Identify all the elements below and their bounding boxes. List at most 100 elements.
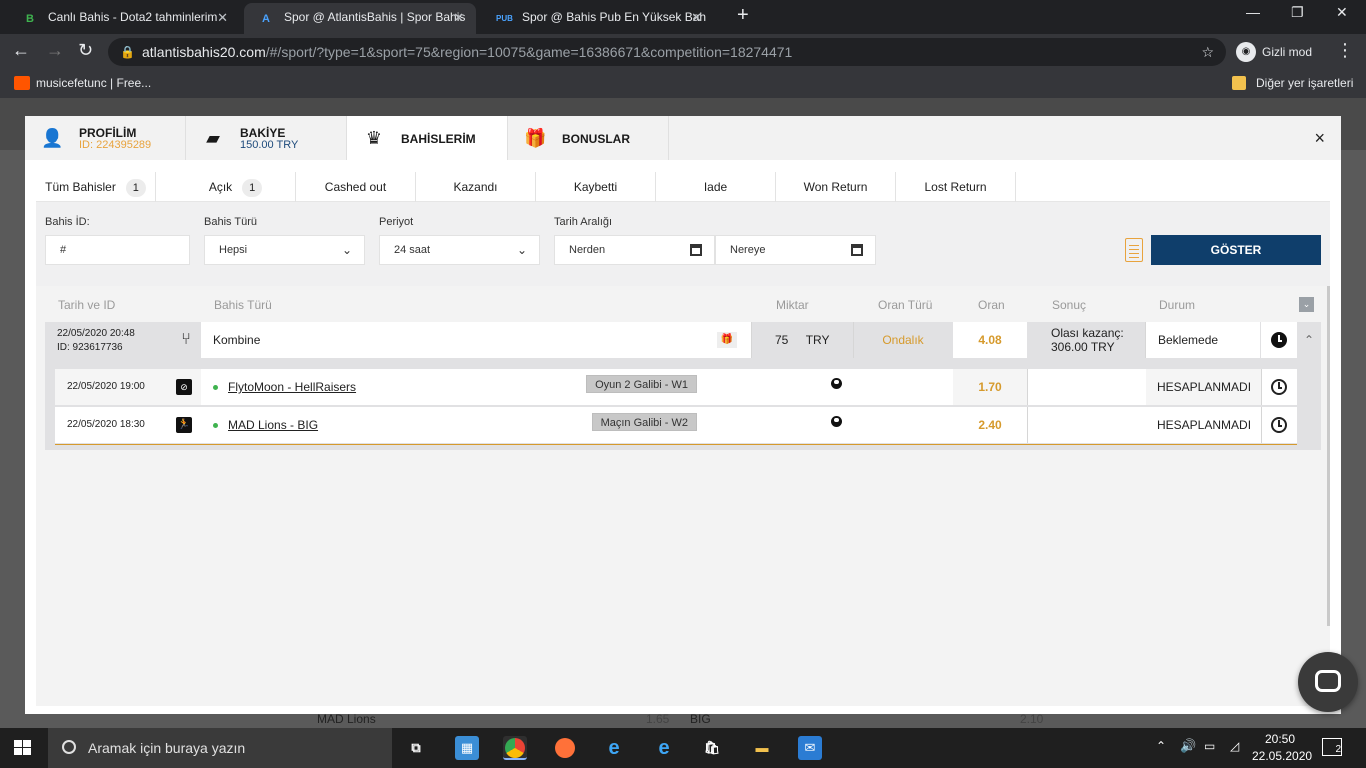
- incognito-icon: ◉: [1236, 42, 1256, 62]
- selection-row[interactable]: 22/05/2020 19:00 ⊘ FlytoMoon - HellRaise…: [55, 369, 1297, 405]
- ie-icon[interactable]: e: [602, 736, 626, 760]
- incognito-indicator[interactable]: ◉ Gizli mod: [1234, 39, 1312, 65]
- tab-bonuses[interactable]: 🎁 BONUSLAR: [508, 116, 669, 160]
- empty-cell: [843, 369, 953, 405]
- taskbar-search[interactable]: Aramak için buraya yazın: [48, 728, 392, 768]
- bg-odd: 1.65: [646, 712, 670, 726]
- close-tab-icon[interactable]: ✕: [453, 3, 464, 32]
- filter-cashed-out[interactable]: Cashed out: [296, 172, 416, 202]
- date-from-input[interactable]: Nerden: [554, 235, 715, 265]
- calendar-icon[interactable]: [851, 244, 863, 256]
- selection-match[interactable]: MAD Lions - BIG: [228, 418, 318, 432]
- clock-time: 20:50: [1264, 732, 1296, 746]
- explorer-app-icon[interactable]: ▦: [455, 736, 479, 760]
- new-tab-button[interactable]: +: [737, 4, 749, 27]
- edge-icon[interactable]: e: [652, 736, 676, 760]
- bet-currency: TRY: [805, 333, 830, 347]
- reload-icon[interactable]: ↻: [78, 40, 93, 61]
- close-tab-icon[interactable]: ✕: [691, 3, 702, 32]
- browser-menu-icon[interactable]: ⋮: [1336, 40, 1354, 61]
- search-icon: [62, 740, 76, 754]
- selection-row[interactable]: 22/05/2020 18:30 🏃 MAD Lions - BIG Maçın…: [55, 407, 1297, 443]
- bet-id-label: Bahis İD:: [45, 216, 90, 228]
- live-chat-button[interactable]: [1298, 652, 1358, 712]
- collapse-all-icon[interactable]: ⌄: [1299, 297, 1314, 312]
- col-header-date-id: Tarih ve ID: [58, 298, 116, 312]
- browser-tab-1[interactable]: B Canlı Bahis - Dota2 tahminlerim - ✕: [8, 3, 240, 34]
- clipboard-icon[interactable]: [1125, 238, 1143, 262]
- date-to-input[interactable]: Nereye: [715, 235, 876, 265]
- results-scrollbar[interactable]: [1327, 286, 1330, 626]
- csgo-icon: 🏃: [171, 407, 201, 443]
- dota2-icon: ⊘: [171, 369, 201, 405]
- clock-icon: [1271, 332, 1287, 348]
- chrome-icon[interactable]: [503, 736, 527, 760]
- other-bookmarks[interactable]: Diğer yer işaretleri: [1232, 76, 1353, 90]
- task-view-icon[interactable]: ⧉: [404, 736, 428, 760]
- restore-icon[interactable]: ❐: [1291, 4, 1304, 21]
- bet-row[interactable]: 22/05/2020 20:48 ID: 923617736 ⑂ Kombine…: [45, 322, 1321, 358]
- filter-lost[interactable]: Kaybetti: [536, 172, 656, 202]
- trophy-icon: ♛: [365, 128, 383, 148]
- firefox-icon[interactable]: [553, 736, 577, 760]
- selection-status: HESAPLANMADI: [1157, 380, 1252, 394]
- selection-match[interactable]: FlytoMoon - HellRaisers: [228, 380, 356, 394]
- taskbar-clock[interactable]: 20:50 22.05.2020: [1252, 731, 1312, 765]
- tab-balance[interactable]: ▰ BAKİYE 150.00 TRY: [186, 116, 347, 160]
- windows-start-icon[interactable]: [14, 740, 32, 756]
- filter-lost-return[interactable]: Lost Return: [896, 172, 1016, 202]
- filter-won-return[interactable]: Won Return: [776, 172, 896, 202]
- tab-favicon-icon: B: [26, 13, 34, 25]
- bg-team-name: BIG: [690, 712, 711, 726]
- browser-toolbar: ← → ↻ 🔒 atlantisbahis20.com/#/sport/?typ…: [0, 34, 1366, 70]
- bookmark-item[interactable]: musicefetunc | Free...: [14, 76, 151, 90]
- period-select[interactable]: 24 saat ⌄: [379, 235, 540, 265]
- minimize-icon[interactable]: —: [1246, 4, 1260, 20]
- count-badge: 1: [125, 179, 146, 197]
- result-cell: Olası kazanç: 306.00 TRY: [1051, 326, 1124, 354]
- bet-type-label: Bahis Türü: [204, 216, 257, 228]
- battery-icon[interactable]: ▭: [1204, 739, 1215, 768]
- user-icon: 👤: [41, 128, 64, 148]
- bet-id-input[interactable]: #: [45, 235, 190, 265]
- forward-icon[interactable]: →: [46, 40, 64, 61]
- tab-profile[interactable]: 👤 PROFİLİM ID: 224395289: [25, 116, 186, 160]
- combo-icon: ⑂: [181, 331, 191, 348]
- chevron-up-icon[interactable]: ⌃: [1297, 322, 1321, 358]
- col-header-amount: Miktar: [776, 298, 809, 312]
- volume-icon[interactable]: 🔊: [1180, 738, 1196, 768]
- address-bar[interactable]: 🔒 atlantisbahis20.com/#/sport/?type=1&sp…: [108, 38, 1226, 66]
- bet-type-select[interactable]: Hepsi ⌄: [204, 235, 365, 265]
- calendar-icon[interactable]: [690, 244, 702, 256]
- network-icon[interactable]: ◿: [1230, 739, 1239, 768]
- close-tab-icon[interactable]: ✕: [217, 3, 228, 32]
- window-close-icon[interactable]: ✕: [1336, 4, 1348, 21]
- filter-label: Açık: [208, 180, 233, 194]
- bookmark-star-icon[interactable]: ☆: [1201, 38, 1214, 66]
- store-icon[interactable]: 🛍: [700, 736, 724, 760]
- back-icon[interactable]: ←: [12, 40, 30, 61]
- account-modal: 👤 PROFİLİM ID: 224395289 ▰ BAKİYE 150.00…: [25, 116, 1341, 714]
- bet-date: 22/05/2020 20:48: [57, 328, 135, 339]
- period-value: 24 saat: [394, 244, 431, 256]
- info-cell: [707, 369, 843, 405]
- divider: [751, 322, 752, 358]
- browser-tab-2[interactable]: A Spor @ AtlantisBahis | Spor Bahis ✕: [244, 3, 476, 34]
- filter-refund[interactable]: Iade: [656, 172, 776, 202]
- browser-tab-3[interactable]: PUB Spor @ Bahis Pub En Yüksek Bah ✕: [482, 3, 714, 34]
- show-button[interactable]: GÖSTER: [1151, 235, 1321, 265]
- bet-filter-tabs: Tüm Bahisler 1 Açık 1 Cashed out Kazandı K…: [36, 172, 1330, 202]
- tab-my-bets[interactable]: ♛ BAHİSLERİM: [347, 116, 508, 160]
- filter-open[interactable]: Açık 1: [176, 172, 296, 202]
- tray-chevron-icon[interactable]: ⌃: [1156, 739, 1166, 768]
- bet-date-cell: 22/05/2020 20:48 ID: 923617736: [57, 327, 135, 355]
- modal-close-button[interactable]: ×: [1314, 128, 1325, 149]
- col-header-result: Sonuç: [1052, 298, 1087, 312]
- notifications-icon[interactable]: 2: [1322, 738, 1342, 756]
- gift-icon[interactable]: 🎁: [717, 332, 737, 348]
- selection-match-cell: MAD Lions - BIG Maçın Galibi - W2: [201, 407, 707, 443]
- mail-icon[interactable]: ✉: [798, 736, 822, 760]
- filter-all-bets[interactable]: Tüm Bahisler 1: [36, 172, 156, 202]
- filter-won[interactable]: Kazandı: [416, 172, 536, 202]
- file-explorer-icon[interactable]: ▬: [750, 736, 774, 760]
